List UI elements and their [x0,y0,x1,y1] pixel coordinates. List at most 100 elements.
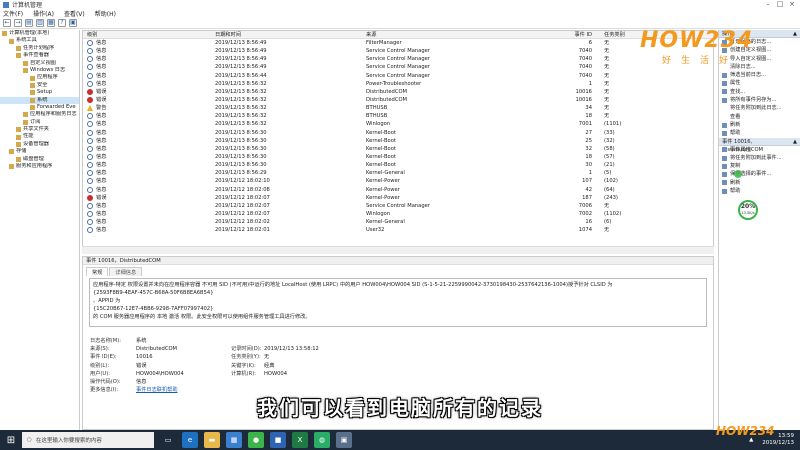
event-row[interactable]: 信息 2019/12/13 8:56:32 Power-Troubleshooter… [83,80,713,88]
action-item[interactable]: 属性 [719,79,800,87]
action-item[interactable]: 将任务附加到此日志... [719,104,800,112]
column-source[interactable]: 来源 [366,31,570,38]
tree-item[interactable]: Forwarded Eve [0,104,79,111]
column-time[interactable]: 日期和时间 [215,31,366,38]
tree-item[interactable]: 系统工具 [0,37,79,44]
event-row[interactable]: 信息 2019/12/13 8:56:30 Kernel-Boot 30 (21) [83,161,713,169]
event-row[interactable]: 信息 2019/12/13 8:56:29 Kernel-General 1 (5) [83,169,713,177]
event-row[interactable]: 信息 2019/12/13 8:56:49 FilterManager 6 无 [83,39,713,47]
tab-general[interactable]: 常规 [86,267,109,276]
properties-icon[interactable]: ▦ [47,19,55,27]
column-event-id[interactable]: 事件 ID [570,31,596,38]
actions-pane: 操作 ▲ 打开保存的日志... 创建自定义视图... 导入自定义视图... 清除日志.… [718,30,800,430]
action-item[interactable]: 查找... [719,88,800,96]
tree-item[interactable]: 任务计划程序 [0,45,79,52]
back-icon[interactable]: ← [3,19,11,27]
field-value: 信息 [136,378,147,385]
event-row[interactable]: 错误 2019/12/13 8:56:32 DistributedCOM 10016 无 [83,88,713,96]
windows-start-icon[interactable]: ⊞ [0,430,22,450]
app-icon-blue[interactable]: ■ [270,432,286,448]
action-item[interactable]: 将所有事件另存为... [719,96,800,104]
computer-management-taskbar-icon[interactable]: ▣ [336,432,352,448]
wechat-icon[interactable]: ◍ [314,432,330,448]
tree-item-label: 应用程序 [37,74,58,81]
tree-item[interactable]: 存储 [0,148,79,155]
event-row[interactable]: 错误 2019/12/13 8:56:32 DistributedCOM 10016 无 [83,96,713,104]
edge-browser-icon[interactable]: e [182,432,198,448]
tab-details[interactable]: 详细信息 [109,267,143,276]
360-browser-icon[interactable]: ● [248,432,264,448]
event-row[interactable]: 信息 2019/12/12 18:02:01 User32 1074 无 [83,226,713,234]
horizontal-scrollbar[interactable] [82,246,714,254]
tree-item[interactable]: 共享文件夹 [0,126,79,133]
action-icon [722,188,727,194]
forward-icon[interactable]: → [14,19,22,27]
help-icon[interactable]: ? [58,19,66,27]
view-icon[interactable]: ▣ [69,19,77,27]
tree-item[interactable]: 服务和应用程序 [0,163,79,170]
action-item[interactable]: 刷新 [719,179,800,187]
details-tabs: 常规 详细信息 [83,267,713,276]
action-item[interactable]: 查看 [719,113,800,121]
event-row[interactable]: 错误 2019/12/12 18:02:07 Kernel-Power 187 (243… [83,194,713,202]
menu-file[interactable]: 文件(F) [3,9,23,18]
action-item[interactable]: 保存选择的事件... [719,170,800,178]
action-item[interactable]: 将任务附加到此事件... [719,154,800,162]
column-level[interactable]: 级别 [83,31,215,38]
tree-item[interactable]: 自定义视图 [0,60,79,67]
tree-item[interactable]: 设备管理器 [0,141,79,148]
task-view-icon[interactable]: ▭ [160,432,176,448]
tree-item[interactable]: 应用程序 [0,74,79,81]
maximize-button[interactable]: □ [774,0,786,8]
event-row[interactable]: 信息 2019/12/13 8:56:32 BTHUSB 18 无 [83,112,713,120]
event-task: 无 [604,96,610,103]
event-row[interactable]: 警告 2019/12/13 8:56:32 BTHUSB 34 无 [83,104,713,112]
action-item[interactable]: 帮助 [719,187,800,195]
excel-icon[interactable]: X [292,432,308,448]
tree-item[interactable]: 安全 [0,82,79,89]
event-row[interactable]: 信息 2019/12/12 18:02:02 Kernel-General 16 (6) [83,218,713,226]
event-row[interactable]: 信息 2019/12/13 8:56:30 Kernel-Boot 27 (33) [83,129,713,137]
action-item[interactable]: 帮助 [719,129,800,137]
minimize-button[interactable]: – [762,0,774,8]
actions-section-event[interactable]: 事件 10016, DistributedCOM ▲ [719,137,800,153]
tree-item[interactable]: 磁盘管理 [0,156,79,163]
field-label: 计算机(R): [231,370,256,377]
event-level: 信息 [96,202,107,209]
close-button[interactable]: × [786,0,798,8]
event-row[interactable]: 信息 2019/12/13 8:56:30 Kernel-Boot 32 (58) [83,145,713,153]
event-row[interactable]: 信息 2019/12/13 8:56:49 Service Control Mana… [83,47,713,55]
tree-item[interactable]: 计算机管理(本地) [0,30,79,37]
show-tree-icon[interactable]: ▥ [36,19,44,27]
event-row[interactable]: 信息 2019/12/13 8:56:44 Service Control Mana… [83,72,713,80]
menu-action[interactable]: 操作(A) [33,9,54,18]
file-explorer-icon[interactable]: ▬ [204,432,220,448]
taskbar-search-box[interactable]: ○ 在这里输入你要搜索的内容 [22,432,154,448]
event-source: DistributedCOM [366,96,408,103]
tree-item[interactable]: 系统 [0,96,79,104]
event-row[interactable]: 信息 2019/12/12 18:02:10 Kernel-Power 107 (102… [83,177,713,185]
event-row[interactable]: 信息 2019/12/12 18:02:07 Service Control Man… [83,202,713,210]
tree-item[interactable]: 性能 [0,133,79,140]
event-row[interactable]: 信息 2019/12/13 8:56:30 Kernel-Boot 18 (57) [83,153,713,161]
event-row[interactable]: 信息 2019/12/12 18:02:07 Winlogon 7002 (1102) [83,210,713,218]
tree-item[interactable]: Setup [0,89,79,96]
event-row[interactable]: 信息 2019/12/13 8:56:32 Winlogon 7001 (1101) [83,120,713,128]
event-row[interactable]: 信息 2019/12/12 18:02:08 Kernel-Power 42 (64) [83,186,713,194]
action-item[interactable]: 筛选当前日志... [719,71,800,79]
up-folder-icon[interactable]: ▤ [25,19,33,27]
tree-item[interactable]: 订阅 [0,119,79,126]
event-row[interactable]: 信息 2019/12/13 8:56:30 Kernel-Boot 25 (32) [83,137,713,145]
action-item[interactable]: 复制 [719,162,800,170]
menu-help[interactable]: 帮助(H) [95,9,116,18]
action-item[interactable]: 刷新 [719,121,800,129]
tree-item[interactable]: 事件查看器 [0,52,79,59]
tree-item[interactable]: Windows 日志 [0,67,79,74]
store-icon[interactable]: ▦ [226,432,242,448]
collapse-icon[interactable]: ▲ [793,30,797,37]
event-row[interactable]: 信息 2019/12/13 8:56:49 Service Control Mana… [83,55,713,63]
collapse-icon[interactable]: ▲ [793,138,797,145]
event-row[interactable]: 信息 2019/12/13 8:56:49 Service Control Mana… [83,63,713,71]
menu-view[interactable]: 查看(V) [64,9,85,18]
tree-item[interactable]: 应用程序和服务日志 [0,111,79,118]
